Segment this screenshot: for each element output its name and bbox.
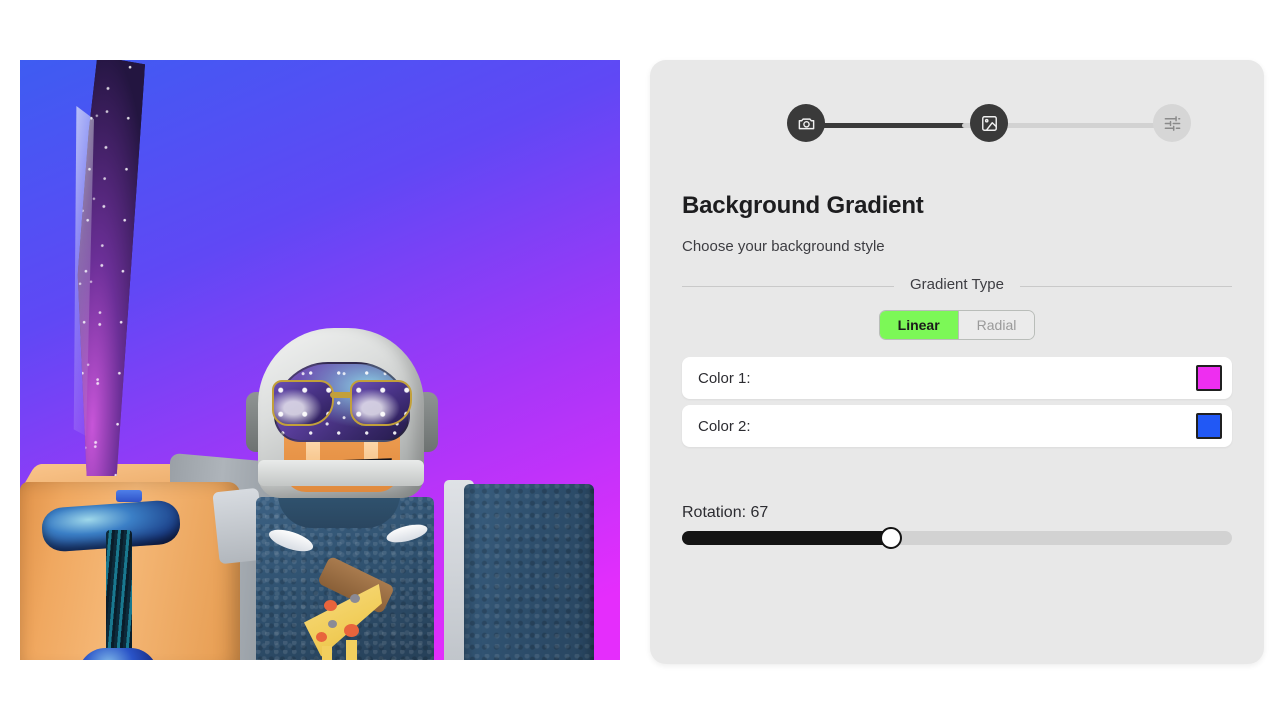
step-adjust[interactable] <box>1153 104 1191 142</box>
sunglasses-lens-left <box>272 380 334 426</box>
gradient-type-legend: Gradient Type <box>910 276 1004 293</box>
pizza-topping <box>324 600 337 611</box>
pizza-cheese-drip <box>322 646 332 660</box>
rotation-slider[interactable] <box>682 527 1232 549</box>
gradient-type-legend-row: Gradient Type <box>682 276 1232 298</box>
sunglasses <box>272 378 412 428</box>
right-arm <box>464 484 594 660</box>
helmet-band <box>258 460 424 486</box>
avatar-preview <box>20 60 620 660</box>
gradient-type-radial[interactable]: Radial <box>957 311 1035 339</box>
rotation-slider-thumb[interactable] <box>880 527 902 549</box>
box-blue-detail <box>116 490 142 502</box>
color-2-swatch[interactable] <box>1196 413 1222 439</box>
avatar-render <box>20 60 620 660</box>
page-subtitle: Choose your background style <box>682 238 885 255</box>
gradient-type-linear[interactable]: Linear <box>879 311 958 339</box>
pizza-topping <box>344 624 359 637</box>
gradient-type-toggle-wrap: Linear Radial <box>650 310 1264 340</box>
color-1-swatch[interactable] <box>1196 365 1222 391</box>
wizard-stepper <box>682 98 1232 150</box>
color-1-label: Color 1: <box>698 369 751 387</box>
galaxy-sword-grip <box>106 530 132 660</box>
step-background[interactable] <box>970 104 1008 142</box>
camera-icon <box>797 114 816 133</box>
color-2-label: Color 2: <box>698 417 751 435</box>
rotation-label: Rotation: 67 <box>682 504 769 521</box>
shirt-collar <box>278 494 400 528</box>
settings-panel: Background Gradient Choose your backgrou… <box>650 60 1264 664</box>
step-camera[interactable] <box>787 104 825 142</box>
color-1-row[interactable]: Color 1: <box>682 357 1232 399</box>
page-title: Background Gradient <box>682 192 924 219</box>
gradient-type-toggle[interactable]: Linear Radial <box>878 310 1036 340</box>
color-2-row[interactable]: Color 2: <box>682 405 1232 447</box>
pizza-topping <box>328 620 337 628</box>
sliders-icon <box>1163 114 1182 133</box>
pizza-graphic <box>302 555 395 660</box>
sunglasses-lens-right <box>350 380 412 426</box>
rotation-slider-fill <box>682 531 891 545</box>
pizza-cheese-drip <box>346 640 357 660</box>
app-root: Background Gradient Choose your backgrou… <box>0 0 1280 720</box>
pizza-topping <box>316 632 327 642</box>
pizza-topping <box>350 594 360 603</box>
image-icon <box>980 114 999 133</box>
